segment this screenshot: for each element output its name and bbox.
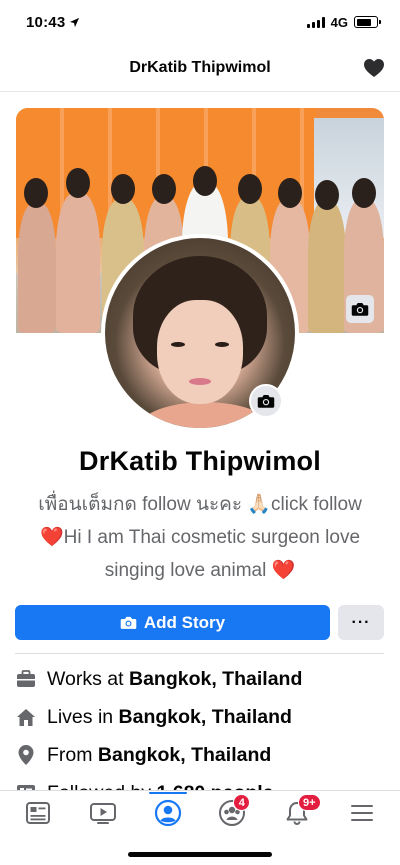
- battery-fill: [356, 18, 371, 26]
- cover-person-head: [278, 178, 302, 208]
- avatar-lips: [189, 378, 211, 385]
- status-time: 10:43: [26, 14, 80, 31]
- intro-details: Works at Bangkok, Thailand Lives in Bang…: [15, 660, 385, 790]
- cover-camera-button[interactable]: [346, 295, 374, 323]
- briefcase-icon: [15, 668, 37, 690]
- cover-person-head: [352, 178, 376, 208]
- header-title: DrKatib Thipwimol: [129, 58, 271, 76]
- detail-followers[interactable]: Followed by 1,680 people: [15, 774, 385, 790]
- profile-icon: [154, 799, 181, 827]
- detail-text: Lives in Bangkok, Thailand: [47, 705, 292, 728]
- detail-from[interactable]: From Bangkok, Thailand: [15, 736, 385, 774]
- tab-menu[interactable]: [337, 793, 387, 833]
- detail-works-at[interactable]: Works at Bangkok, Thailand: [15, 660, 385, 698]
- cover-person-head: [152, 174, 176, 204]
- profile-header: DrKatib Thipwimol: [0, 44, 400, 92]
- status-bar: 10:43 4G: [0, 0, 400, 44]
- cover-person-head: [66, 168, 90, 198]
- cover-person: [56, 193, 100, 333]
- cover-person-head: [193, 166, 217, 196]
- tab-profile[interactable]: [143, 792, 193, 833]
- home-icon: [15, 706, 37, 728]
- news-feed-icon: [26, 802, 51, 824]
- signal-icon: [306, 16, 325, 28]
- add-story-label: Add Story: [143, 612, 226, 632]
- avatar-face: [157, 300, 243, 404]
- tab-watch[interactable]: [78, 793, 128, 833]
- location-pin-icon: [15, 744, 37, 766]
- tab-news-feed[interactable]: [13, 793, 63, 833]
- menu-icon: [350, 805, 373, 821]
- network-label: 4G: [330, 14, 348, 30]
- cover-person: [308, 201, 346, 333]
- detail-lives-in[interactable]: Lives in Bangkok, Thailand: [15, 698, 385, 736]
- camera-icon: [120, 616, 137, 629]
- cover-person-head: [24, 178, 48, 208]
- cover-person-head: [111, 174, 135, 204]
- watch-icon: [89, 803, 116, 824]
- add-story-button[interactable]: Add Story: [15, 605, 330, 640]
- detail-text: From Bangkok, Thailand: [47, 743, 272, 766]
- location-arrow-icon: [70, 17, 80, 27]
- cover-person: [18, 203, 56, 333]
- more-options-label: ···: [351, 613, 371, 631]
- camera-icon: [257, 395, 275, 408]
- heart-icon[interactable]: [362, 56, 386, 80]
- detail-text: Works at Bangkok, Thailand: [47, 667, 303, 690]
- divider: [15, 653, 384, 654]
- avatar-eye: [215, 342, 229, 347]
- profile-name: DrKatib Thipwimol: [79, 446, 321, 476]
- more-options-button[interactable]: ···: [338, 605, 384, 640]
- cover-person-head: [238, 174, 262, 204]
- tab-groups[interactable]: 4: [207, 793, 257, 833]
- battery-icon: [354, 16, 381, 28]
- camera-icon: [351, 303, 369, 316]
- status-indicators: 4G: [306, 14, 381, 30]
- profile-bio: เพื่อนเต็มกด follow นะคะ 🙏🏻click follow …: [38, 494, 362, 581]
- time-label: 10:43: [26, 13, 66, 31]
- cover-person-head: [315, 180, 339, 210]
- tab-notifications[interactable]: 9+: [272, 793, 322, 833]
- groups-badge: 4: [233, 794, 251, 811]
- detail-text: Followed by 1,680 people: [47, 782, 274, 791]
- avatar-eye: [171, 342, 185, 347]
- rss-icon: [15, 782, 37, 790]
- home-indicator[interactable]: [128, 852, 272, 857]
- profile-picture-camera-button[interactable]: [249, 384, 283, 418]
- notifications-badge: 9+: [297, 794, 321, 811]
